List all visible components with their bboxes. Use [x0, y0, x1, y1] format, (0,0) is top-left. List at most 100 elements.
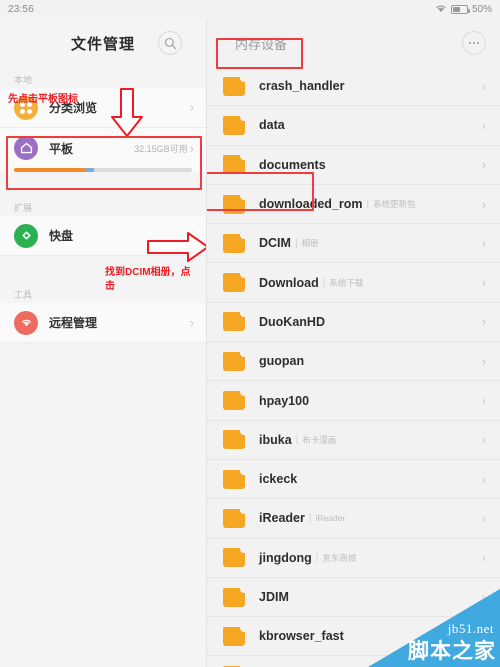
- file-separator: |: [308, 512, 312, 524]
- file-separator: |: [295, 434, 299, 446]
- file-row-downloaded_rom[interactable]: downloaded_rom | 系统更新包 ›: [207, 185, 500, 225]
- chevron-right-icon: ›: [189, 228, 194, 243]
- section-label-extension: 扩展: [14, 203, 33, 213]
- panes: 文件管理 本地 分类浏览 › 平板 32.15GB可用 › 扩展 快盘 › 工具…: [0, 19, 500, 667]
- chevron-right-icon: ›: [481, 117, 486, 133]
- category-grid-icon: [14, 95, 38, 120]
- folder-icon: [223, 273, 245, 293]
- file-name: downloaded_rom: [259, 197, 363, 212]
- file-row-kimagecache[interactable]: kimagecache›: [207, 656, 500, 667]
- battery-percent: 50%: [471, 4, 492, 15]
- file-row-ickeck[interactable]: ickeck ›: [207, 460, 500, 500]
- breadcrumb: 内存设备: [235, 36, 288, 52]
- sidebar-item-tablet[interactable]: 平板 32.15GB可用 ›: [0, 128, 206, 172]
- file-row-duokanhd[interactable]: DuoKanHD ›: [207, 303, 500, 343]
- search-icon[interactable]: [158, 31, 182, 55]
- status-time: 23:56: [8, 4, 35, 15]
- file-name: DuoKanHD: [259, 314, 325, 329]
- storage-cache-segment: [85, 168, 95, 172]
- file-row-kbrowser_fast[interactable]: kbrowser_fast ›: [207, 617, 500, 657]
- sidebar-item-label: 远程管理: [49, 316, 98, 330]
- file-list[interactable]: crash_handler › data › documents › downloaded_…: [207, 67, 500, 667]
- file-row-dcim[interactable]: DCIM | 相册 ›: [207, 224, 500, 264]
- folder-icon: [223, 155, 245, 175]
- sidebar-item-category-browse[interactable]: 分类浏览 ›: [0, 88, 206, 128]
- kuaipan-icon: [14, 223, 38, 248]
- file-row-hpay100[interactable]: hpay100 ›: [207, 381, 500, 421]
- file-subtitle: 京东商城: [322, 552, 357, 563]
- section-label-local: 本地: [14, 75, 33, 85]
- app-screen: 23:56 50% 文件管理 本地 分类浏览 › 平板 32.15GB可用 › …: [0, 0, 500, 667]
- file-subtitle: 系统更新包: [373, 199, 416, 210]
- file-subtitle: iReader: [315, 513, 346, 524]
- file-separator: |: [322, 277, 326, 289]
- chevron-right-icon: ›: [189, 140, 194, 156]
- wifi-icon: [435, 4, 447, 16]
- chevron-right-icon: ›: [481, 550, 486, 566]
- sidebar-header: 文件管理: [0, 19, 206, 67]
- file-name: kbrowser_fast: [259, 629, 344, 644]
- folder-icon: [223, 391, 245, 411]
- section-label-tools: 工具: [14, 290, 33, 300]
- file-row-ireader[interactable]: iReader | iReader ›: [207, 499, 500, 539]
- remote-wifi-icon: [14, 310, 38, 335]
- sidebar-item-label: 平板: [49, 141, 74, 156]
- folder-icon: [223, 312, 245, 332]
- file-subtitle: 布卡漫画: [302, 434, 337, 445]
- file-separator: |: [294, 237, 298, 249]
- storage-available-text: 32.15GB可用: [134, 143, 188, 154]
- file-subtitle: 系统下载: [329, 277, 364, 288]
- sidebar-item-kuaipan[interactable]: 快盘 ›: [0, 216, 206, 256]
- folder-icon: [223, 587, 245, 607]
- chevron-right-icon: ›: [189, 315, 194, 330]
- file-name: crash_handler: [259, 79, 345, 94]
- file-separator: |: [366, 198, 370, 210]
- sidebar-gap-2: [0, 256, 206, 282]
- sidebar-item-label: 快盘: [49, 229, 74, 243]
- status-bar: 23:56 50%: [0, 0, 500, 19]
- chevron-right-icon: ›: [481, 157, 486, 173]
- chevron-right-icon: ›: [481, 196, 486, 212]
- chevron-right-icon: ›: [481, 314, 486, 330]
- file-row-documents[interactable]: documents ›: [207, 146, 500, 185]
- file-name: ibuka: [259, 432, 292, 447]
- file-name: JDIM: [259, 590, 289, 604]
- file-name: data: [259, 118, 285, 133]
- left-sidebar: 文件管理 本地 分类浏览 › 平板 32.15GB可用 › 扩展 快盘 › 工具…: [0, 19, 207, 667]
- chevron-right-icon: ›: [481, 432, 486, 448]
- file-row-jdim[interactable]: JDIM ›: [207, 578, 500, 618]
- page-title: 文件管理: [70, 35, 135, 53]
- storage-used-segment: [14, 168, 86, 172]
- folder-icon: [223, 548, 245, 568]
- file-separator: |: [315, 552, 319, 564]
- tablet-row[interactable]: 平板 32.15GB可用 ›: [0, 128, 206, 168]
- folder-icon: [223, 351, 245, 371]
- sidebar-item-label: 分类浏览: [49, 101, 98, 115]
- chevron-right-icon: ›: [481, 510, 486, 526]
- file-name: documents: [259, 157, 326, 172]
- chevron-right-icon: ›: [481, 393, 486, 409]
- file-row-crash_handler[interactable]: crash_handler ›: [207, 67, 500, 107]
- sidebar-item-remote-management[interactable]: 远程管理 ›: [0, 303, 206, 343]
- chevron-right-icon: ›: [481, 471, 486, 487]
- file-row-jingdong[interactable]: jingdong | 京东商城 ›: [207, 539, 500, 578]
- file-row-ibuka[interactable]: ibuka | 布卡漫画 ›: [207, 421, 500, 460]
- file-subtitle: 相册: [301, 238, 319, 249]
- chevron-right-icon: ›: [189, 100, 194, 115]
- file-name: Download: [259, 275, 319, 290]
- file-name: iReader: [259, 511, 305, 526]
- folder-icon: [223, 469, 245, 489]
- file-name: hpay100: [259, 393, 310, 408]
- folder-icon: [223, 194, 245, 214]
- file-row-data[interactable]: data ›: [207, 106, 500, 146]
- more-dots-icon[interactable]: [462, 31, 486, 55]
- file-row-guopan[interactable]: guopan ›: [207, 342, 500, 382]
- status-indicators: 50%: [435, 4, 492, 16]
- folder-icon: [223, 430, 245, 450]
- folder-icon: [223, 626, 245, 646]
- file-row-download[interactable]: Download | 系统下载 ›: [207, 263, 500, 303]
- file-name: jingdong: [259, 550, 312, 565]
- chevron-right-icon: ›: [481, 353, 486, 369]
- chevron-right-icon: ›: [481, 628, 486, 644]
